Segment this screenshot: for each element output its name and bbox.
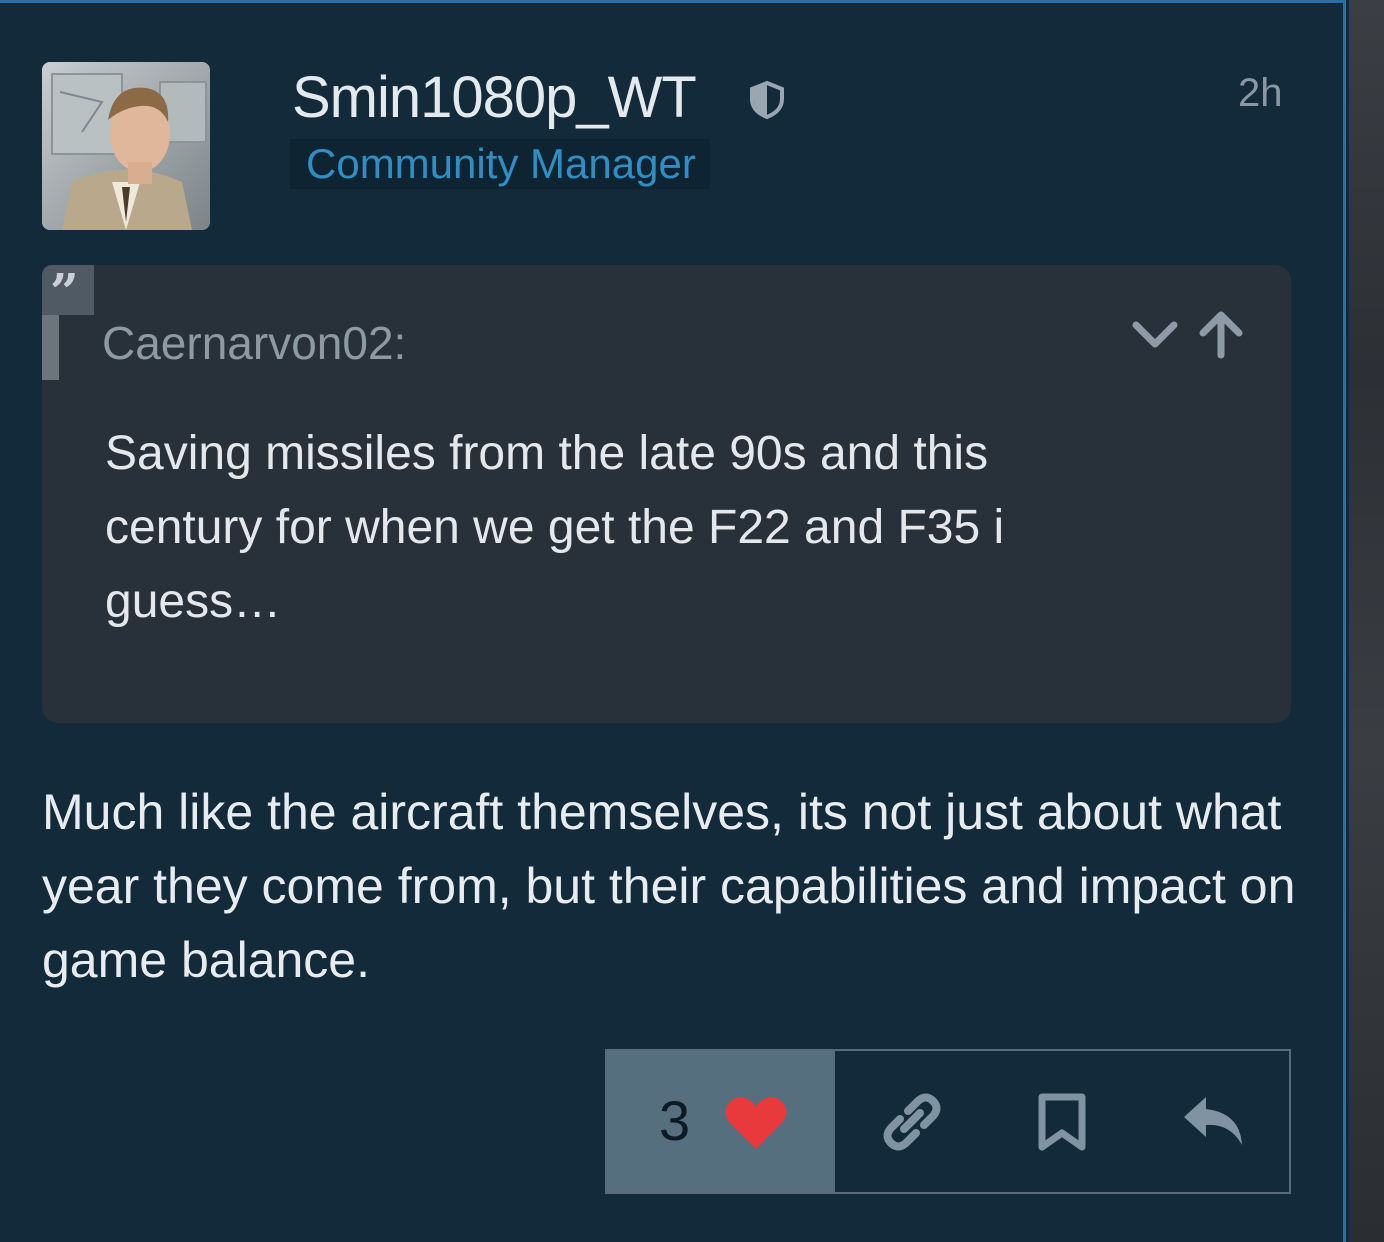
link-icon <box>883 1093 941 1151</box>
background-edge <box>1349 0 1384 1242</box>
copy-link-button[interactable] <box>835 1051 985 1192</box>
shield-icon <box>750 80 784 120</box>
avatar[interactable] <box>42 62 210 230</box>
reply-icon <box>1184 1097 1242 1145</box>
quote-author[interactable]: Caernarvon02: <box>102 315 406 371</box>
quote-text: Saving missiles from the late 90s and th… <box>105 427 1005 628</box>
username[interactable]: Smin1080p_WT <box>292 65 697 131</box>
quote-bar <box>42 315 59 380</box>
reply-button[interactable] <box>1135 1051 1285 1192</box>
post-timestamp[interactable]: 2h <box>1238 69 1283 117</box>
forum-post: Smin1080p_WT Community Manager 2h ” Caer… <box>0 0 1346 1242</box>
user-title-badge: Community Manager <box>290 139 710 189</box>
bookmark-icon <box>1038 1093 1086 1151</box>
like-button[interactable]: 3 <box>607 1051 835 1192</box>
post-actions: 3 <box>605 1049 1291 1194</box>
avatar-image <box>42 62 210 230</box>
post-body: Much like the aircraft themselves, its n… <box>42 784 1296 988</box>
like-count: 3 <box>659 1089 691 1152</box>
arrow-up-icon[interactable] <box>1194 307 1248 361</box>
bookmark-button[interactable] <box>985 1051 1135 1192</box>
heart-icon <box>725 1096 787 1149</box>
chevron-down-icon[interactable] <box>1130 313 1180 353</box>
quote-icon: ” <box>42 265 94 317</box>
